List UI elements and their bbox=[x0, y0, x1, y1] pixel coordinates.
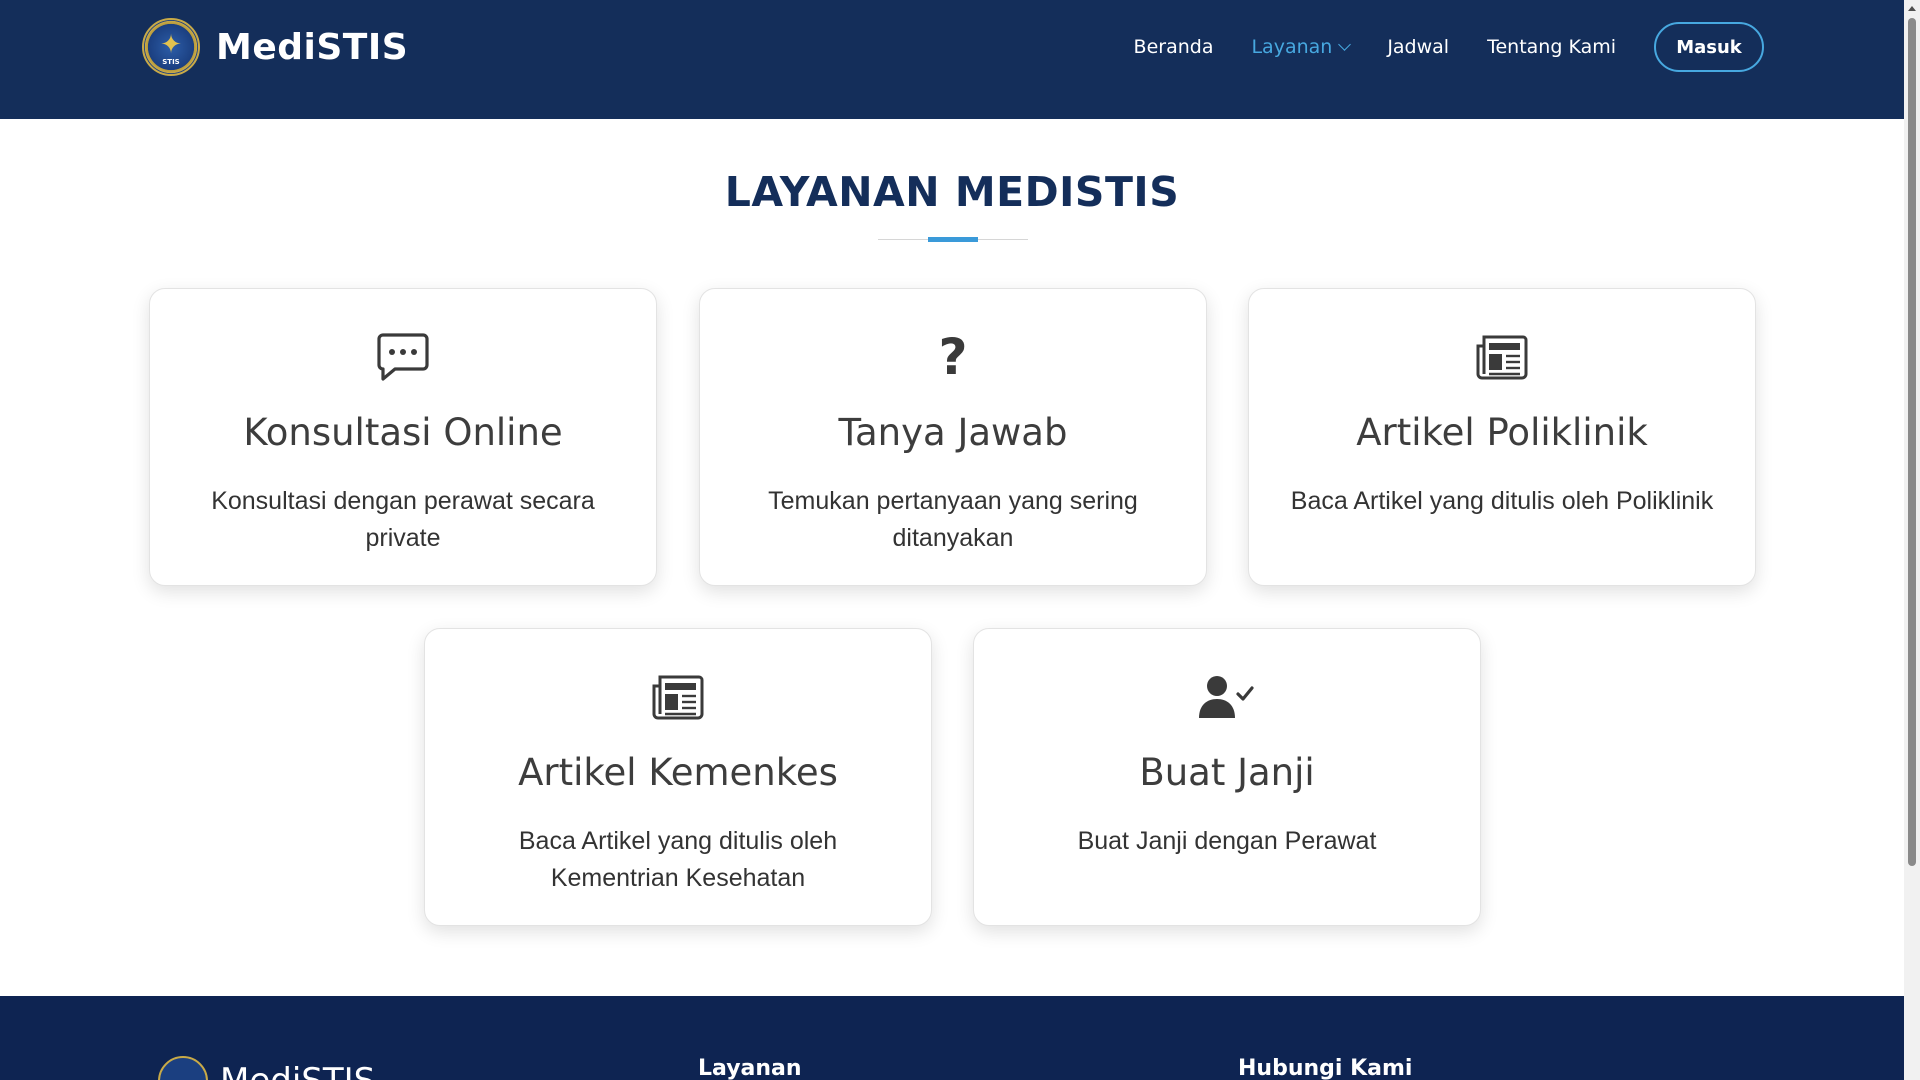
card-description: Buat Janji dengan Perawat bbox=[1077, 827, 1377, 855]
seal-star-icon: ✦ bbox=[160, 29, 182, 60]
site-footer: MediSTIS Layanan Hubungi Kami bbox=[0, 996, 1904, 1080]
user-check-icon bbox=[974, 669, 1480, 725]
page-title: LAYANAN MEDISTIS bbox=[724, 168, 1180, 216]
card-title: Tanya Jawab bbox=[838, 411, 1068, 454]
card-title: Buat Janji bbox=[1139, 751, 1315, 794]
seal-text: STIS bbox=[162, 58, 180, 66]
footer-brand-name: MediSTIS bbox=[220, 1061, 375, 1080]
site-header: ✦ STIS MediSTIS Beranda Layanan Jadwal T… bbox=[0, 0, 1904, 119]
footer-logo[interactable]: MediSTIS bbox=[158, 1056, 375, 1080]
card-description: Baca Artikel yang ditulis oleh Kementria… bbox=[518, 827, 838, 892]
card-description: Temukan pertanyaan yang sering ditanyaka… bbox=[768, 487, 1138, 552]
card-description: Konsultasi dengan perawat secara private bbox=[211, 487, 595, 552]
stis-seal-icon: ✦ STIS bbox=[142, 18, 200, 76]
card-title: Artikel Kemenkes bbox=[518, 751, 838, 794]
nav-about[interactable]: Tentang Kami bbox=[1487, 36, 1616, 58]
nav-services-label: Layanan bbox=[1251, 36, 1333, 58]
service-card-konsultasi[interactable]: Konsultasi Online Konsultasi dengan pera… bbox=[149, 288, 657, 586]
scroll-up-arrow-icon[interactable] bbox=[1904, 0, 1920, 16]
question-icon: ? bbox=[938, 328, 968, 386]
chat-dots-icon bbox=[150, 329, 656, 385]
nav-home[interactable]: Beranda bbox=[1134, 36, 1214, 58]
stis-seal-icon bbox=[158, 1056, 208, 1080]
title-accent-bar bbox=[928, 237, 978, 242]
main-nav: Beranda Layanan Jadwal Tentang Kami Masu… bbox=[1096, 22, 1764, 72]
newspaper-icon bbox=[1249, 329, 1755, 385]
footer-heading-contact: Hubungi Kami bbox=[1238, 1056, 1413, 1080]
card-title: Konsultasi Online bbox=[243, 411, 563, 454]
newspaper-icon bbox=[425, 669, 931, 725]
brand-name: MediSTIS bbox=[216, 26, 409, 68]
nav-schedule[interactable]: Jadwal bbox=[1387, 36, 1449, 58]
chevron-down-icon bbox=[1338, 37, 1352, 51]
nav-services[interactable]: Layanan bbox=[1251, 36, 1352, 58]
card-title: Artikel Poliklinik bbox=[1356, 411, 1648, 454]
logo[interactable]: ✦ STIS MediSTIS bbox=[142, 18, 408, 76]
login-button[interactable]: Masuk bbox=[1654, 22, 1764, 72]
card-description: Baca Artikel yang ditulis oleh Poliklini… bbox=[1290, 487, 1714, 515]
scroll-thumb[interactable] bbox=[1908, 18, 1916, 866]
service-card-artikel-kemenkes[interactable]: Artikel Kemenkes Baca Artikel yang ditul… bbox=[424, 628, 932, 926]
service-card-buat-janji[interactable]: Buat Janji Buat Janji dengan Perawat bbox=[973, 628, 1481, 926]
service-card-artikel-poliklinik[interactable]: Artikel Poliklinik Baca Artikel yang dit… bbox=[1248, 288, 1756, 586]
footer-heading-services: Layanan bbox=[698, 1056, 802, 1080]
service-card-tanya-jawab[interactable]: ? Tanya Jawab Temukan pertanyaan yang se… bbox=[699, 288, 1207, 586]
page-scrollbar[interactable] bbox=[1904, 0, 1920, 1080]
